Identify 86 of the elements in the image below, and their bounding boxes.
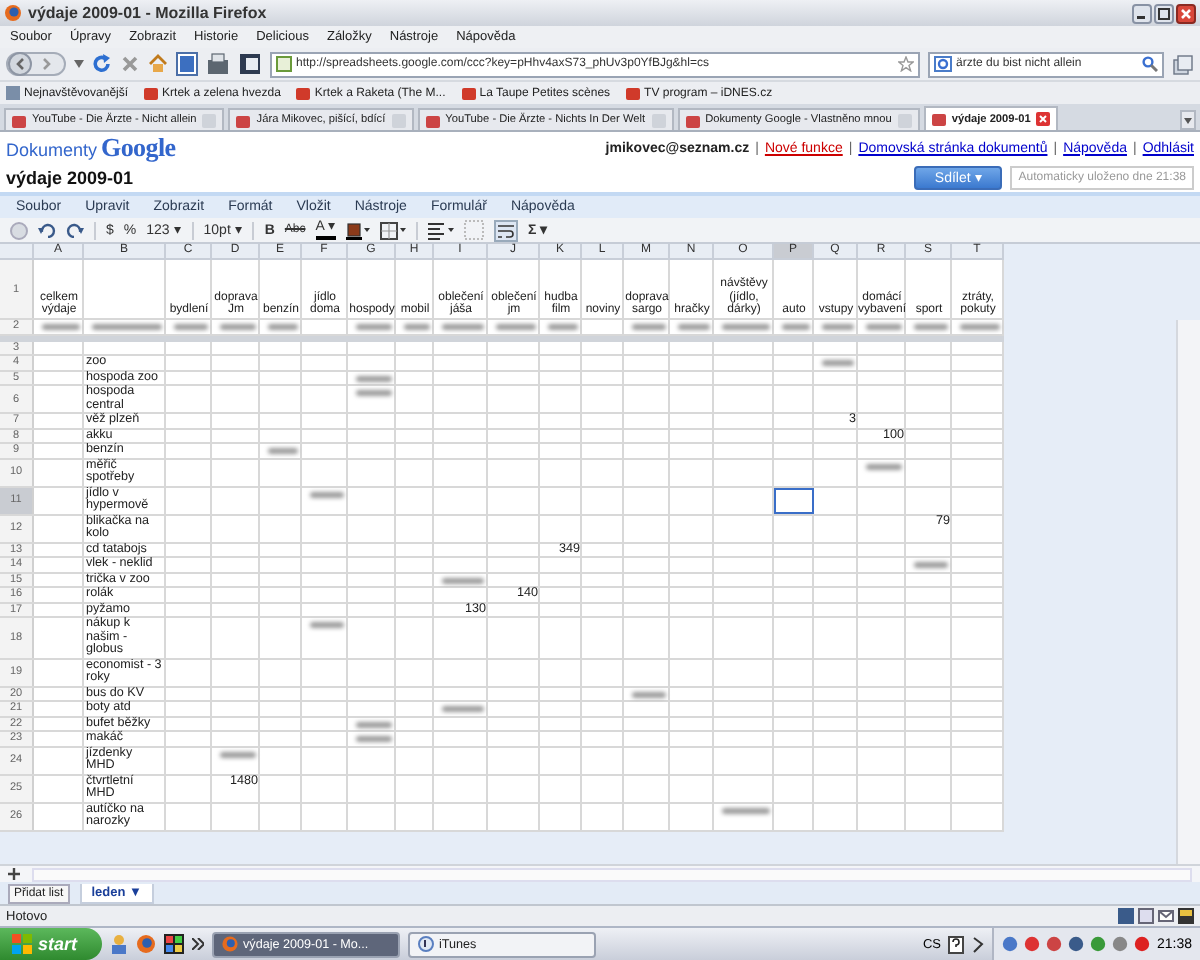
blurred-value [92,324,162,330]
browser-logo-icon [4,4,22,22]
blurred-value [548,324,578,330]
wrap-text-icon[interactable] [493,219,518,241]
blurred-value [442,324,484,330]
blurred-value [310,491,344,497]
favicon-icon [12,113,26,127]
selected-cell[interactable] [774,487,814,513]
docs-logo: Dokumenty Google [6,132,176,164]
blurred-value [356,736,392,742]
video-icon [626,86,641,100]
video-icon [144,86,159,100]
close-button[interactable] [1176,3,1196,23]
browser-logo-icon[interactable] [135,934,156,954]
blurred-value [866,463,902,469]
blurred-value [310,622,344,628]
blurred-value [822,360,854,366]
blurred-value [678,324,710,330]
search-engine-icon[interactable] [934,56,952,72]
blurred-value [442,706,484,712]
page-icon [276,56,292,72]
plus-icon[interactable] [8,868,20,880]
blurred-value [268,324,298,330]
reload-button[interactable] [92,54,112,74]
document-title: výdaje 2009-01 [6,168,136,188]
blurred-value [722,807,770,813]
fill-color-icon[interactable] [345,221,370,239]
blurred-value [722,324,770,330]
blurred-value [496,324,536,330]
borders-icon[interactable] [379,221,406,239]
printer-icon[interactable] [206,52,230,76]
blurred-value [782,324,810,330]
vertical-scrollbar[interactable] [1176,320,1200,864]
panel-icon[interactable] [176,52,198,76]
help-icon[interactable] [948,935,965,953]
mail-icon [1158,908,1174,924]
bookmark-folder-icon [6,86,20,100]
favicon-icon [425,113,440,127]
blurred-value [442,577,484,583]
back-forward-button[interactable] [6,50,66,78]
blurred-value [356,390,392,396]
blurred-value [914,562,948,568]
undo-icon[interactable] [38,222,56,238]
blurred-value [356,721,392,727]
redo-icon[interactable] [66,222,84,238]
blurred-value [866,324,902,330]
blurred-value [632,324,666,330]
screen-icon[interactable] [238,52,262,76]
blurred-value [356,375,392,381]
star-icon[interactable] [898,56,914,72]
stop-button[interactable] [120,54,140,74]
blurred-value [356,324,392,330]
windows-icon[interactable] [1172,53,1194,75]
minimize-button[interactable] [1132,3,1152,23]
favicon-icon [931,112,946,126]
close-tab-icon[interactable] [1036,112,1051,126]
blurred-value [220,324,256,330]
blurred-value [404,324,430,330]
blurred-value [822,324,854,330]
windows-flag-icon [12,934,32,954]
chevron-icon[interactable] [972,935,985,953]
caret-icon[interactable] [74,60,84,68]
favicon-icon [685,113,700,127]
chevron-icon[interactable] [191,938,204,950]
window-title: výdaje 2009-01 - Mozilla Firefox [28,4,269,22]
blurred-value [914,324,948,330]
blurred-value [268,448,298,454]
merge-cells-icon[interactable] [463,220,484,240]
status-icon [1178,908,1194,924]
search-icon[interactable] [1142,56,1158,72]
blurred-value [174,324,208,330]
favicon-icon [236,113,251,127]
video-icon [296,86,311,100]
video-icon [461,86,476,100]
grid-app-icon[interactable] [163,934,184,954]
align-icon[interactable] [427,221,454,239]
blurred-value [42,324,80,330]
tab-list-button[interactable] [1180,110,1196,130]
browser-logo-icon [221,936,238,952]
blurred-value [220,751,256,757]
restore-button[interactable] [1154,3,1174,23]
blurred-value [632,691,666,697]
horizontal-scrollbar[interactable] [32,867,1192,881]
home-button[interactable] [148,54,168,74]
blurred-value [960,324,1000,330]
user-icon[interactable] [109,934,128,954]
